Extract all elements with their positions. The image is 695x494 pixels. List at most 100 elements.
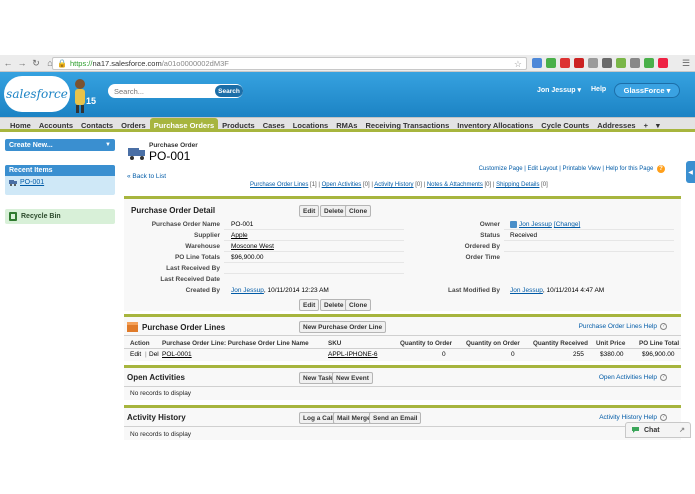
chevron-down-icon: ▼ bbox=[105, 142, 111, 148]
tab-home[interactable]: Home bbox=[6, 118, 35, 132]
recent-item[interactable]: PO-001 bbox=[5, 176, 115, 189]
created-by-user-link[interactable]: Jon Jessup bbox=[231, 287, 264, 294]
back-arrow-icon[interactable]: ← bbox=[2, 57, 14, 69]
shipping-link[interactable]: Shipping Details bbox=[496, 182, 539, 188]
extension-icon[interactable] bbox=[644, 58, 654, 68]
clone-button-bottom[interactable]: Clone bbox=[345, 299, 372, 311]
recycle-bin[interactable]: Recycle Bin bbox=[5, 209, 115, 224]
tab-inventory-allocations[interactable]: Inventory Allocations bbox=[453, 118, 537, 132]
app-name: GlassForce bbox=[623, 86, 665, 95]
bookmark-star-icon[interactable]: ☆ bbox=[514, 59, 522, 70]
help-link[interactable]: Help bbox=[591, 86, 606, 93]
delete-row-link[interactable]: Del bbox=[149, 351, 159, 358]
tab-purchase-orders[interactable]: Purchase Orders bbox=[149, 118, 219, 132]
field-label: Status bbox=[480, 232, 500, 239]
printable-view-link[interactable]: Printable View bbox=[562, 166, 600, 172]
tab-cycle-counts[interactable]: Cycle Counts bbox=[537, 118, 593, 132]
delete-button-bottom[interactable]: Delete bbox=[320, 299, 348, 311]
chat-label: Chat bbox=[644, 426, 660, 434]
warehouse-link[interactable]: Moscone West bbox=[231, 243, 274, 250]
tab-accounts[interactable]: Accounts bbox=[35, 118, 77, 132]
modified-by-user-link[interactable]: Jon Jessup bbox=[510, 287, 543, 294]
search-button[interactable]: Search bbox=[215, 85, 243, 97]
owner-link[interactable]: Jon Jessup bbox=[519, 221, 552, 228]
field-value: PO-001 bbox=[231, 221, 254, 228]
new-task-button[interactable]: New Task bbox=[299, 372, 337, 384]
back-to-list-link[interactable]: « Back to List bbox=[127, 173, 166, 180]
clone-button[interactable]: Clone bbox=[345, 205, 372, 217]
activity-history-link[interactable]: Activity History bbox=[374, 182, 413, 188]
help-page-link[interactable]: Help for this Page bbox=[606, 166, 654, 172]
created-date: , 10/11/2014 12:23 AM bbox=[263, 287, 329, 294]
tab-products[interactable]: Products bbox=[218, 118, 259, 132]
divider bbox=[224, 251, 404, 252]
open-activities-help[interactable]: Open Activities Help ? bbox=[599, 374, 667, 381]
tab-addresses[interactable]: Addresses bbox=[593, 118, 639, 132]
po-lines-help-link[interactable]: Purchase Order Lines Help bbox=[579, 323, 657, 330]
search-input[interactable] bbox=[114, 86, 214, 96]
tab-receiving-transactions[interactable]: Receiving Transactions bbox=[361, 118, 453, 132]
tabs-dropdown-icon[interactable]: ▾ bbox=[652, 118, 664, 132]
send-email-button[interactable]: Send an Email bbox=[369, 412, 422, 424]
tab-contacts[interactable]: Contacts bbox=[77, 118, 117, 132]
open-activities-link[interactable]: Open Activities bbox=[322, 182, 362, 188]
menu-icon[interactable]: ☰ bbox=[680, 57, 692, 69]
user-avatar-icon bbox=[510, 221, 517, 228]
delete-button[interactable]: Delete bbox=[320, 205, 348, 217]
tab-all-tabs[interactable]: + bbox=[640, 118, 652, 132]
app-switcher[interactable]: GlassForce ▾ bbox=[614, 83, 680, 98]
new-event-button[interactable]: New Event bbox=[332, 372, 373, 384]
po-line-link[interactable]: POL-0001 bbox=[162, 351, 192, 358]
reload-icon[interactable]: ↻ bbox=[30, 57, 42, 69]
sku-link[interactable]: APPL-IPHONE-6 bbox=[328, 351, 378, 358]
user-menu[interactable]: Jon Jessup ▾ bbox=[537, 86, 581, 94]
po-lines-help[interactable]: Purchase Order Lines Help ? bbox=[579, 323, 667, 330]
edit-button-bottom[interactable]: Edit bbox=[299, 299, 320, 311]
address-bar[interactable]: 🔒 https:// na17.salesforce.com /a01o0000… bbox=[52, 57, 527, 70]
owner-value: Jon Jessup [Change] bbox=[510, 221, 580, 228]
extension-icon[interactable] bbox=[616, 58, 626, 68]
extension-icon[interactable] bbox=[532, 58, 542, 68]
open-activities-title: Open Activities bbox=[127, 373, 185, 382]
edit-layout-link[interactable]: Edit Layout bbox=[528, 166, 558, 172]
created-by-value: Jon Jessup, 10/11/2014 12:23 AM bbox=[231, 287, 329, 294]
extension-icon[interactable] bbox=[574, 58, 584, 68]
po-lines-link[interactable]: Purchase Order Lines bbox=[250, 182, 308, 188]
new-po-line-button[interactable]: New Purchase Order Line bbox=[299, 321, 387, 333]
help-icon[interactable]: ? bbox=[657, 165, 665, 173]
lock-icon: 🔒 bbox=[57, 59, 67, 68]
change-owner-link[interactable]: [Change] bbox=[554, 221, 580, 228]
tab-locations[interactable]: Locations bbox=[289, 118, 332, 132]
create-new-button[interactable]: Create New... ▼ bbox=[5, 139, 115, 151]
unit-price: $380.00 bbox=[600, 351, 624, 358]
tab-rmas[interactable]: RMAs bbox=[332, 118, 361, 132]
tab-cases[interactable]: Cases bbox=[259, 118, 289, 132]
chat-widget[interactable]: Chat ↗ bbox=[625, 422, 691, 438]
side-panel-toggle-icon[interactable]: ◀ bbox=[686, 161, 695, 183]
modified-date: , 10/11/2014 4:47 AM bbox=[542, 287, 605, 294]
sidebar: Create New... ▼ Recent Items PO-001 Recy… bbox=[5, 136, 116, 224]
forward-arrow-icon[interactable]: → bbox=[16, 57, 28, 69]
recent-item-link[interactable]: PO-001 bbox=[20, 179, 44, 186]
notes-link[interactable]: Notes & Attachments bbox=[427, 182, 483, 188]
field-label: Warehouse bbox=[185, 243, 220, 250]
activity-history-count: [0] bbox=[415, 182, 422, 188]
activity-history-help-link[interactable]: Activity History Help bbox=[599, 414, 657, 421]
expand-icon[interactable]: ↗ bbox=[679, 426, 685, 434]
supplier-link[interactable]: Apple bbox=[231, 232, 248, 239]
extension-icon[interactable] bbox=[588, 58, 598, 68]
edit-row-link[interactable]: Edit bbox=[130, 351, 141, 358]
extension-icon[interactable] bbox=[560, 58, 570, 68]
customize-page-link[interactable]: Customize Page bbox=[479, 166, 523, 172]
extension-icon[interactable] bbox=[602, 58, 612, 68]
url-host: na17.salesforce.com bbox=[92, 59, 162, 68]
related-list-links: Purchase Order Lines [1] | Open Activiti… bbox=[250, 182, 548, 188]
open-activities-help-link[interactable]: Open Activities Help bbox=[599, 374, 657, 381]
salesforce-logo[interactable]: salesforce bbox=[4, 76, 70, 112]
tab-orders[interactable]: Orders bbox=[117, 118, 150, 132]
edit-button[interactable]: Edit bbox=[299, 205, 320, 217]
extension-icon[interactable] bbox=[658, 58, 668, 68]
extension-icon[interactable] bbox=[630, 58, 640, 68]
activity-history-help[interactable]: Activity History Help ? bbox=[599, 414, 667, 421]
extension-icon[interactable] bbox=[546, 58, 556, 68]
